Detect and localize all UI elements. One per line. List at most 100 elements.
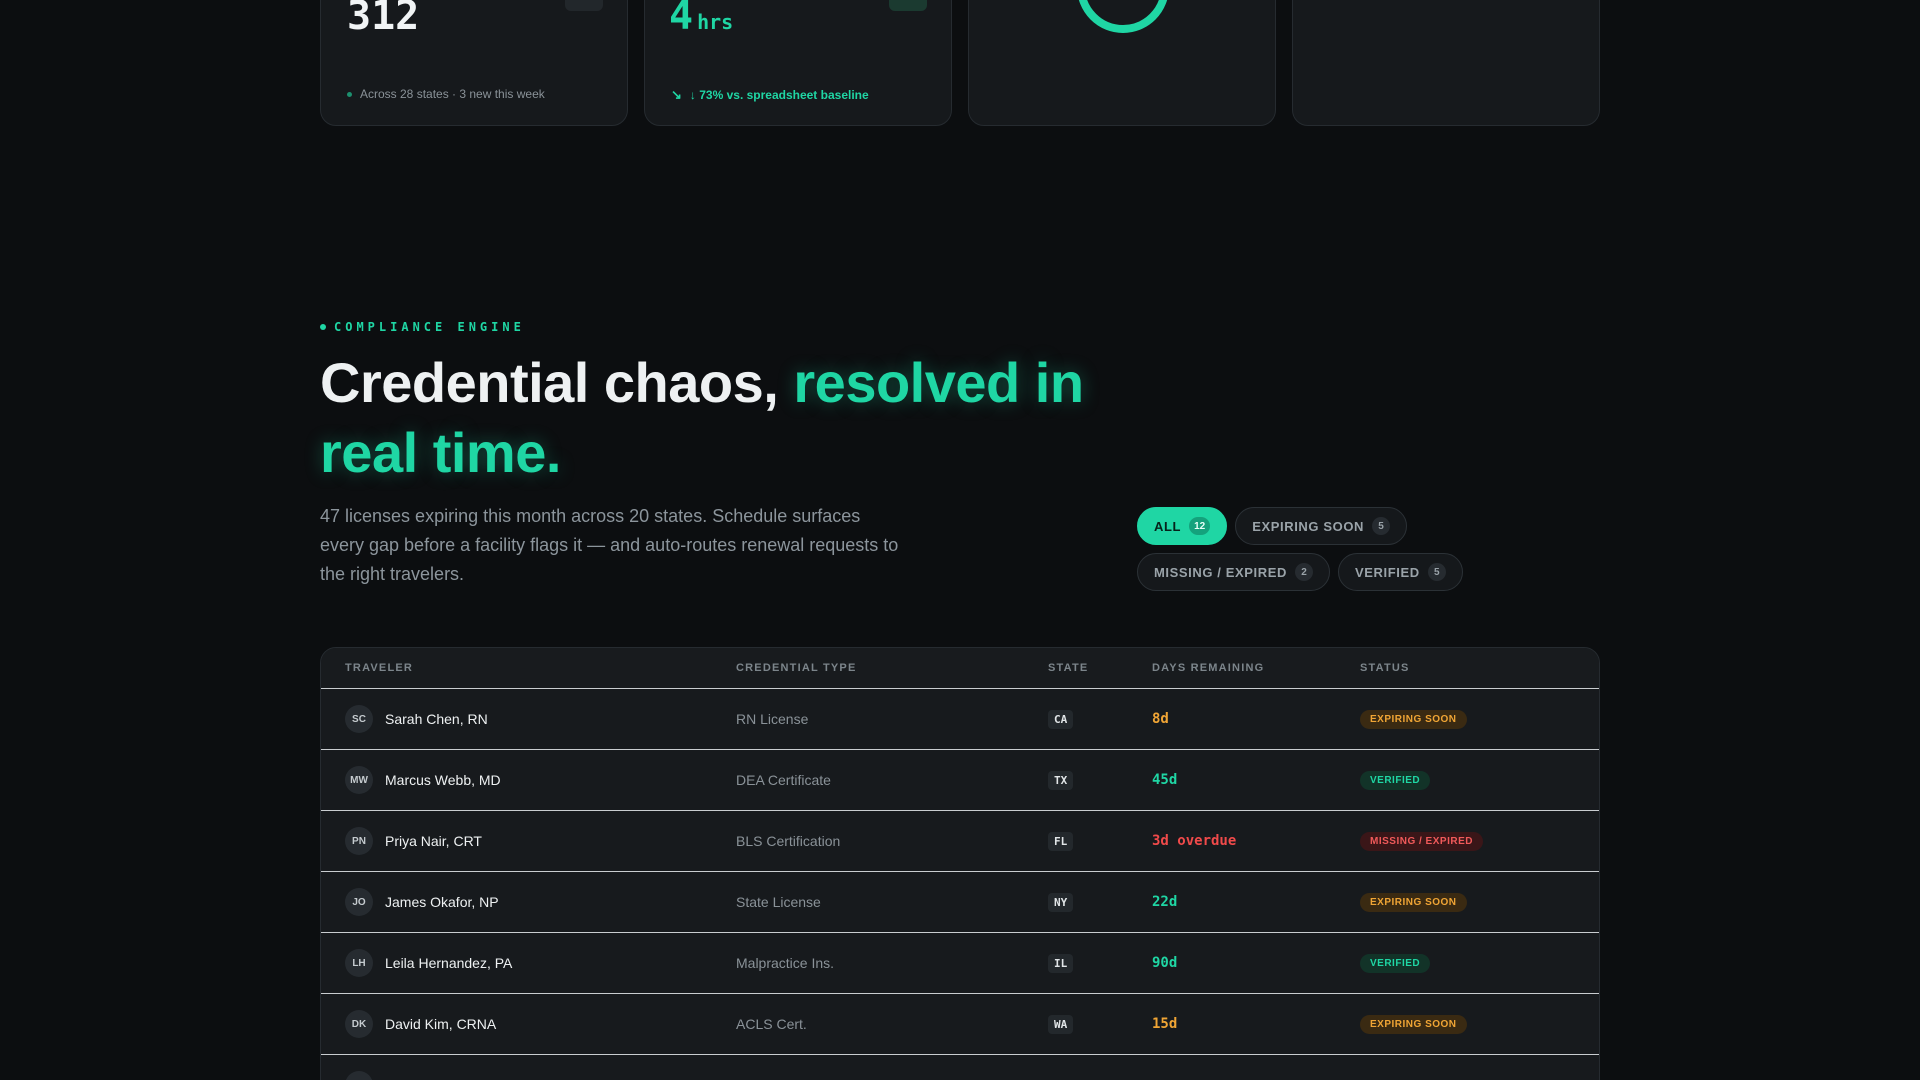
traveler-cell: SC Sarah Chen, RN — [321, 705, 736, 733]
column-header-days[interactable]: DAYS REMAINING — [1152, 662, 1360, 674]
table-row[interactable]: PN Priya Nair, CRT BLS Certification FL 3… — [321, 810, 1599, 871]
table-row[interactable]: DK David Kim, CRNA ACLS Cert. WA 15d EXPI… — [321, 993, 1599, 1054]
stat-footer-text: Across 28 states · 3 new this week — [360, 87, 545, 101]
traveler-cell: JO James Okafor, NP — [321, 888, 736, 916]
days-remaining: 45d — [1152, 772, 1178, 788]
traveler-name: Leila Hernandez, PA — [385, 955, 513, 971]
state-cell: NY — [1048, 892, 1152, 912]
traveler-name: Marcus Webb, MD — [385, 772, 501, 788]
table-row[interactable]: MW Marcus Webb, MD DEA Certificate TX 45d… — [321, 749, 1599, 810]
filter-label: VERIFIED — [1355, 564, 1420, 580]
state-cell: WA — [1048, 1014, 1152, 1034]
stat-value: 312 — [347, 0, 419, 39]
table-row[interactable]: JO James Okafor, NP State License NY 22d … — [321, 871, 1599, 932]
traveler-name: Priya Nair, CRT — [385, 833, 482, 849]
filter-label: EXPIRING SOON — [1252, 518, 1365, 534]
status-badge: VERIFIED — [1360, 954, 1431, 973]
filter-count: 5 — [1427, 563, 1446, 581]
traveler-name: David Kim, CRNA — [385, 1016, 497, 1032]
stat-footer: ↘ ↓ 73% vs. spreadsheet baseline — [671, 87, 869, 103]
credentials-table: TRAVELER CREDENTIAL TYPE STATE DAYS REMA… — [320, 647, 1600, 1080]
table-row-partial[interactable] — [321, 1054, 1599, 1080]
avatar: MW — [345, 766, 373, 794]
traveler-cell — [321, 1071, 736, 1080]
state-cell: IL — [1048, 953, 1152, 973]
table-row[interactable]: LH Leila Hernandez, PA Malpractice Ins. I… — [321, 932, 1599, 993]
credential-type: DEA Certificate — [736, 772, 831, 788]
days-remaining: 15d — [1152, 1016, 1178, 1032]
table-header: TRAVELER CREDENTIAL TYPE STATE DAYS REMA… — [321, 648, 1599, 688]
state-code: TX — [1048, 770, 1074, 790]
traveler-name: Sarah Chen, RN — [385, 711, 488, 727]
days-remaining: 3d overdue — [1152, 833, 1237, 849]
column-header-traveler[interactable]: TRAVELER — [321, 662, 736, 674]
section-lede: 47 licenses expiring this month across 2… — [320, 506, 899, 584]
filter-count: 12 — [1189, 517, 1211, 535]
days-remaining: 22d — [1152, 894, 1178, 910]
filter-pills: ALL 12 EXPIRING SOON 5 MISSING / EXPIRED… — [1137, 507, 1597, 591]
credential-type: BLS Certification — [736, 833, 841, 849]
status-cell: EXPIRING SOON — [1360, 892, 1599, 912]
state-code: CA — [1048, 709, 1074, 729]
headline-plain: Credential chaos, — [320, 351, 794, 414]
stat-footer: Across 28 states · 3 new this week — [347, 87, 545, 101]
stat-card-travelers: 312 Across 28 states · 3 new this week — [320, 0, 628, 126]
column-header-state[interactable]: STATE — [1048, 662, 1152, 674]
filter-all[interactable]: ALL 12 — [1137, 507, 1228, 545]
credential-type: State License — [736, 894, 821, 910]
days-remaining: 8d — [1152, 711, 1169, 727]
status-cell: EXPIRING SOON — [1360, 1014, 1599, 1034]
avatar: SC — [345, 705, 373, 733]
traveler-cell: LH Leila Hernandez, PA — [321, 949, 736, 977]
stat-chip — [565, 0, 603, 11]
avatar: PN — [345, 827, 373, 855]
status-cell: EXPIRING SOON — [1360, 709, 1599, 729]
traveler-cell: MW Marcus Webb, MD — [321, 766, 736, 794]
avatar: DK — [345, 1010, 373, 1038]
traveler-name: James Okafor, NP — [385, 894, 499, 910]
status-badge: EXPIRING SOON — [1360, 893, 1467, 912]
state-code: IL — [1048, 953, 1074, 973]
avatar: LH — [345, 949, 373, 977]
filter-expiring-soon[interactable]: EXPIRING SOON 5 — [1235, 507, 1408, 545]
column-header-credential[interactable]: CREDENTIAL TYPE — [736, 662, 1048, 674]
avatar — [345, 1071, 373, 1080]
credential-type: Malpractice Ins. — [736, 955, 835, 971]
credential-type: ACLS Cert. — [736, 1016, 807, 1032]
progress-ring-icon — [1077, 0, 1169, 33]
state-cell: TX — [1048, 770, 1152, 790]
state-cell: CA — [1048, 709, 1152, 729]
status-dot-icon — [347, 91, 352, 97]
eyebrow-dot-icon — [320, 324, 326, 330]
status-cell: VERIFIED — [1360, 770, 1599, 790]
traveler-cell: PN Priya Nair, CRT — [321, 827, 736, 855]
filter-label: MISSING / EXPIRED — [1154, 564, 1288, 580]
credential-type: RN License — [736, 711, 809, 727]
stat-number: 4 — [669, 0, 694, 39]
state-code: FL — [1048, 831, 1074, 851]
traveler-cell: DK David Kim, CRNA — [321, 1010, 736, 1038]
stat-footer-text: ↓ 73% vs. spreadsheet baseline — [689, 88, 869, 102]
table-row[interactable]: SC Sarah Chen, RN RN License CA 8d EXPIRI… — [321, 688, 1599, 749]
column-header-status[interactable]: STATUS — [1360, 662, 1599, 674]
status-cell: VERIFIED — [1360, 953, 1599, 973]
filter-count: 2 — [1295, 563, 1314, 581]
stat-card-ring — [968, 0, 1276, 126]
status-badge: MISSING / EXPIRED — [1360, 832, 1483, 851]
filter-count: 5 — [1372, 517, 1391, 535]
status-badge: EXPIRING SOON — [1360, 1015, 1467, 1034]
filter-missing-expired[interactable]: MISSING / EXPIRED 2 — [1137, 553, 1331, 591]
state-code: WA — [1048, 1014, 1074, 1034]
stat-card-blank — [1292, 0, 1600, 126]
stat-card-time-saved: 4 hrs ↘ ↓ 73% vs. spreadsheet baseline — [644, 0, 952, 126]
days-remaining: 90d — [1152, 955, 1178, 971]
stat-value: 4 hrs — [669, 0, 733, 39]
stat-chip — [889, 0, 927, 11]
stats-row: 312 Across 28 states · 3 new this week 4… — [320, 0, 1600, 126]
filter-verified[interactable]: VERIFIED 5 — [1338, 553, 1463, 591]
page: 312 Across 28 states · 3 new this week 4… — [0, 0, 1920, 1080]
section-eyebrow: COMPLIANCE ENGINE — [320, 320, 525, 334]
state-code: NY — [1048, 892, 1074, 912]
stat-number: 312 — [347, 0, 420, 39]
status-badge: VERIFIED — [1360, 771, 1431, 790]
